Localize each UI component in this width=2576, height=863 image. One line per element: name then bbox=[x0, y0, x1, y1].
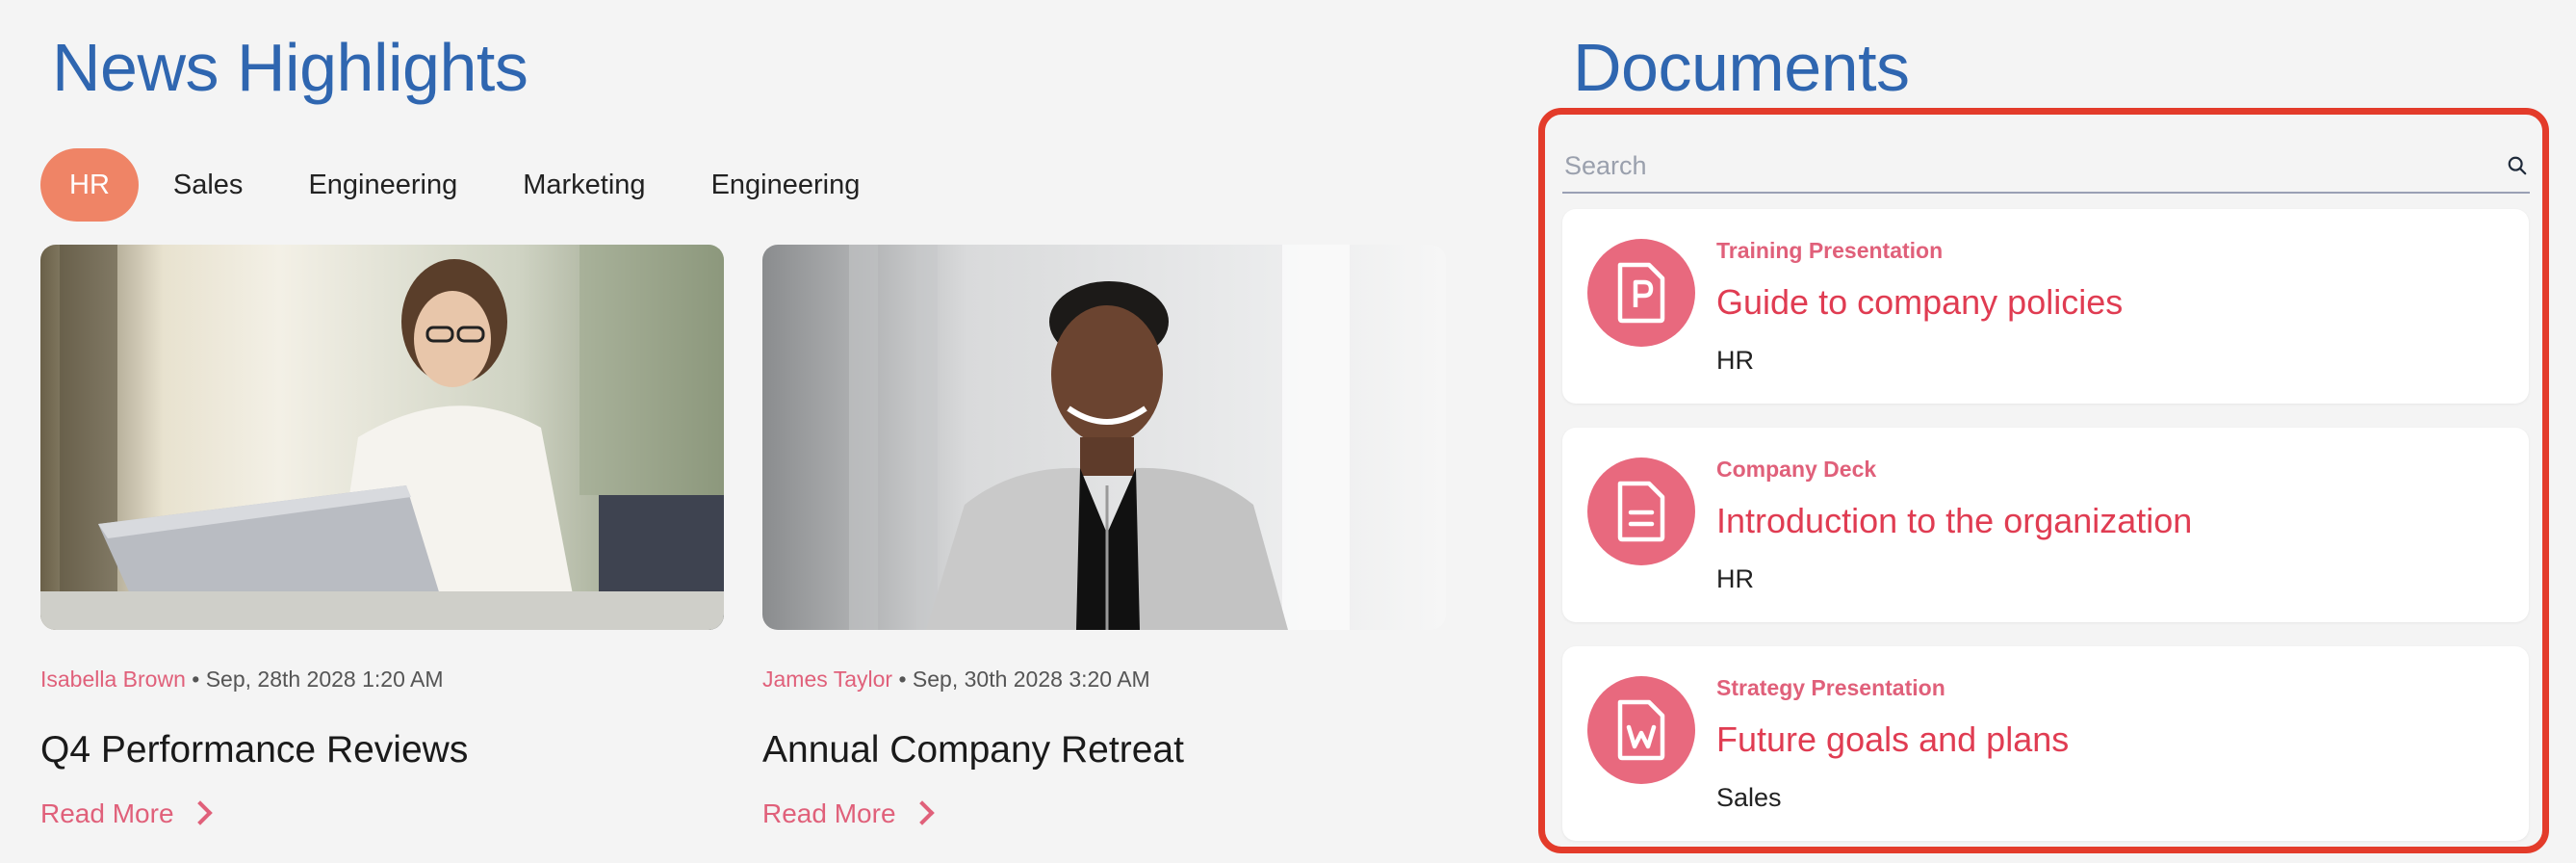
article-image[interactable] bbox=[40, 245, 724, 630]
article-date: • Sep, 30th 2028 3:20 AM bbox=[898, 667, 1150, 692]
news-section-title: News Highlights bbox=[52, 30, 528, 105]
news-tabs: HR Sales Engineering Marketing Engineeri… bbox=[40, 148, 892, 222]
search-bar bbox=[1562, 144, 2530, 194]
woman-portrait-photo bbox=[762, 245, 1446, 630]
woman-laptop-photo bbox=[40, 245, 724, 630]
search-icon[interactable] bbox=[2507, 155, 2528, 176]
news-card: James Taylor • Sep, 30th 2028 3:20 AM An… bbox=[762, 245, 1446, 829]
chevron-right-icon bbox=[187, 800, 213, 825]
document-department: Sales bbox=[1716, 783, 1782, 812]
powerpoint-file-icon bbox=[1587, 239, 1695, 347]
read-more-link[interactable]: Read More bbox=[762, 798, 935, 829]
document-file-icon bbox=[1587, 458, 1695, 565]
document-title[interactable]: Guide to company policies bbox=[1716, 282, 2123, 323]
document-card[interactable]: Training Presentation Guide to company p… bbox=[1562, 209, 2529, 404]
article-meta: James Taylor • Sep, 30th 2028 3:20 AM bbox=[762, 667, 1446, 693]
tab-engineering-2[interactable]: Engineering bbox=[679, 148, 893, 222]
tab-marketing[interactable]: Marketing bbox=[490, 148, 678, 222]
documents-panel: Training Presentation Guide to company p… bbox=[1538, 108, 2549, 853]
read-more-link[interactable]: Read More bbox=[40, 798, 213, 829]
news-card: Isabella Brown • Sep, 28th 2028 1:20 AM … bbox=[40, 245, 724, 829]
documents-section: Documents Training Presentation Guide to… bbox=[1531, 0, 2570, 863]
document-category: Strategy Presentation bbox=[1716, 675, 1945, 700]
document-title[interactable]: Future goals and plans bbox=[1716, 719, 2069, 760]
read-more-label: Read More bbox=[40, 798, 174, 828]
article-headline[interactable]: Annual Company Retreat bbox=[762, 729, 1446, 771]
tab-hr[interactable]: HR bbox=[40, 148, 139, 222]
document-category: Training Presentation bbox=[1716, 238, 1944, 263]
document-department: HR bbox=[1716, 564, 1754, 593]
chevron-right-icon bbox=[909, 800, 935, 825]
tab-engineering[interactable]: Engineering bbox=[275, 148, 490, 222]
document-title[interactable]: Introduction to the organization bbox=[1716, 501, 2192, 541]
news-highlights-section: News Highlights HR Sales Engineering Mar… bbox=[0, 0, 1482, 863]
article-author[interactable]: Isabella Brown bbox=[40, 667, 186, 692]
article-meta: Isabella Brown • Sep, 28th 2028 1:20 AM bbox=[40, 667, 724, 693]
document-category: Company Deck bbox=[1716, 457, 1877, 482]
document-card[interactable]: Company Deck Introduction to the organiz… bbox=[1562, 428, 2529, 622]
article-headline[interactable]: Q4 Performance Reviews bbox=[40, 729, 724, 771]
tab-sales[interactable]: Sales bbox=[141, 148, 276, 222]
article-author[interactable]: James Taylor bbox=[762, 667, 892, 692]
article-image[interactable] bbox=[762, 245, 1446, 630]
documents-section-title: Documents bbox=[1573, 30, 1910, 105]
document-card[interactable]: Strategy Presentation Future goals and p… bbox=[1562, 646, 2529, 841]
document-department: HR bbox=[1716, 346, 1754, 375]
word-file-icon bbox=[1587, 676, 1695, 784]
article-date: • Sep, 28th 2028 1:20 AM bbox=[192, 667, 444, 692]
search-input[interactable] bbox=[1562, 144, 2471, 188]
read-more-label: Read More bbox=[762, 798, 896, 828]
